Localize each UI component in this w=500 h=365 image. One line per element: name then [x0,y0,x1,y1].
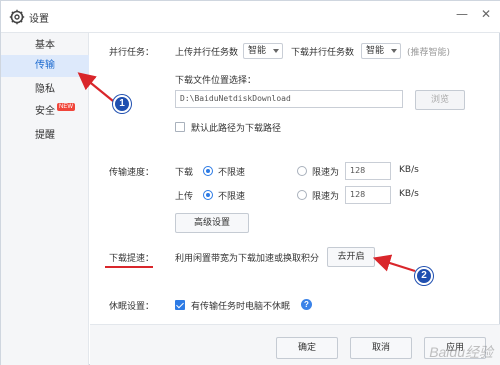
settings-window: 设置 — ✕ 基本 传输 隐私 安全 NEW 提醒 并行任务： 上传并行任务数 … [0,0,500,365]
watermark: Baidu经验 [429,344,493,360]
step-badge-1: 1 [113,95,131,113]
arrow-to-transfer [77,72,114,102]
annotation-arrows [77,72,416,273]
arrow-to-enable-button [372,254,416,273]
step-badge-2: 2 [415,267,433,285]
